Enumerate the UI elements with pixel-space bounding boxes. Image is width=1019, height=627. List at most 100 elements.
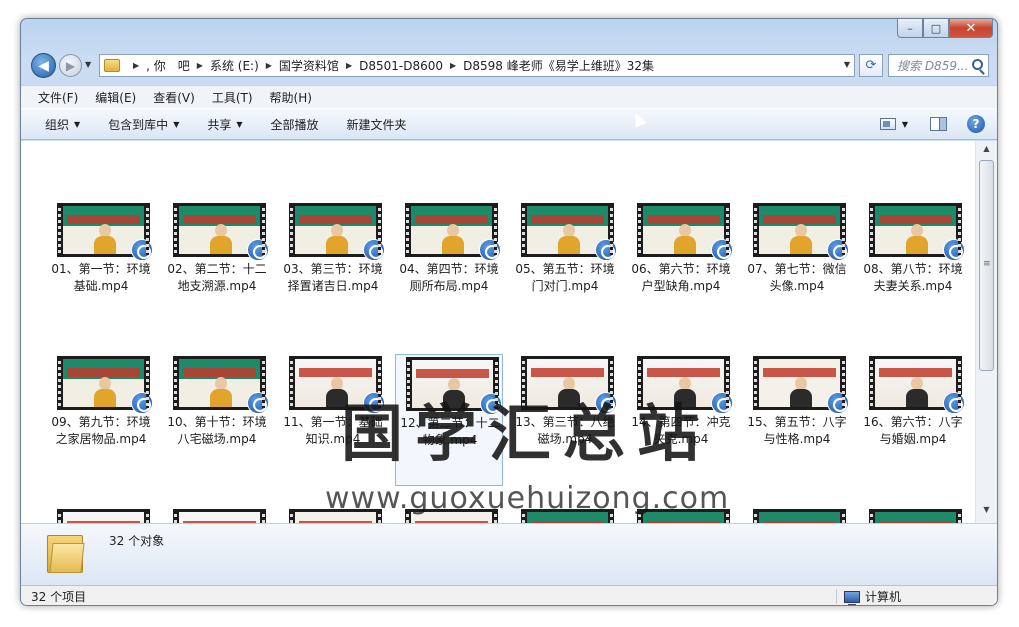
menu-edit[interactable]: 编辑(E) bbox=[95, 89, 136, 106]
search-input[interactable]: 搜索 D859... bbox=[888, 54, 989, 77]
file-item[interactable]: 02、第二节：十二地支溯源.mp4 bbox=[163, 201, 271, 333]
file-name: 15、第五节：八字与性格.mp4 bbox=[747, 415, 847, 446]
details-pane: 32 个对象 bbox=[21, 523, 997, 585]
breadcrumb-user[interactable]: , 你 吧 bbox=[146, 57, 190, 74]
file-item[interactable]: 16、第六节：八字与婚姻.mp4 bbox=[859, 354, 967, 486]
organize-button[interactable]: 组织 ▼ bbox=[45, 116, 80, 133]
file-item[interactable]: 06、第六节：环境户型缺角.mp4 bbox=[627, 201, 735, 333]
file-name: 12、第二节：十二物象.mp4 bbox=[400, 416, 500, 447]
refresh-button[interactable]: ⟳ bbox=[859, 54, 883, 77]
file-item[interactable]: 15、第五节：八字与性格.mp4 bbox=[743, 354, 851, 486]
play-all-button[interactable]: 全部播放 bbox=[271, 116, 319, 133]
chevron-down-icon: ▼ bbox=[236, 119, 243, 129]
video-thumbnail bbox=[637, 509, 730, 523]
video-thumbnail bbox=[521, 203, 617, 261]
file-item[interactable]: 05、第五节：环境门对门.mp4 bbox=[511, 201, 619, 333]
media-player-icon bbox=[827, 239, 849, 261]
media-player-icon bbox=[711, 392, 733, 414]
breadcrumb-drive[interactable]: 系统 (E:) bbox=[210, 57, 259, 74]
file-item[interactable]: 01、第一节：环境基础.mp4 bbox=[47, 201, 155, 333]
file-name: 14、第四节：冲克夹克.mp4 bbox=[631, 415, 731, 446]
file-item[interactable] bbox=[859, 507, 967, 523]
scroll-up-icon[interactable]: ▲ bbox=[976, 144, 997, 160]
media-player-icon bbox=[943, 392, 965, 414]
new-folder-button[interactable]: 新建文件夹 bbox=[347, 116, 407, 133]
menu-bar: 文件(F) 编辑(E) 查看(V) 工具(T) 帮助(H) bbox=[21, 85, 997, 108]
media-player-icon bbox=[479, 239, 501, 261]
file-item[interactable]: 08、第八节：环境夫妻关系.mp4 bbox=[859, 201, 967, 333]
file-item[interactable]: 14、第四节：冲克夹克.mp4 bbox=[627, 354, 735, 486]
include-in-library-label: 包含到库中 bbox=[108, 117, 169, 132]
file-item[interactable] bbox=[743, 507, 851, 523]
video-thumbnail bbox=[406, 357, 502, 415]
file-item[interactable]: 04、第四节：环境厕所布局.mp4 bbox=[395, 201, 503, 333]
video-thumbnail bbox=[637, 203, 733, 261]
file-name: 10、第十节：环境八宅磁场.mp4 bbox=[167, 415, 267, 446]
file-item[interactable]: 13、第三节：八绝磁场.mp4 bbox=[511, 354, 619, 486]
vertical-scrollbar[interactable]: ▲ ▼ bbox=[975, 141, 997, 523]
breadcrumb-current[interactable]: D8598 峰老师《易学上维班》32集 bbox=[463, 57, 654, 74]
chevron-right-icon[interactable]: ▶ bbox=[133, 61, 139, 70]
file-item[interactable]: 09、第九节：环境之家居物品.mp4 bbox=[47, 354, 155, 486]
video-thumbnail bbox=[753, 356, 849, 414]
menu-view[interactable]: 查看(V) bbox=[153, 89, 195, 106]
chevron-right-icon[interactable]: ▶ bbox=[197, 61, 203, 70]
video-thumbnail bbox=[57, 509, 150, 523]
address-bar[interactable]: ▶ , 你 吧 ▶ 系统 (E:) ▶ 国学资料馆 ▶ D8501-D8600 … bbox=[99, 54, 855, 77]
file-item[interactable]: 12、第二节：十二物象.mp4 bbox=[395, 354, 503, 486]
media-player-icon bbox=[247, 239, 269, 261]
video-thumbnail bbox=[869, 203, 965, 261]
breadcrumb-range[interactable]: D8501-D8600 bbox=[359, 59, 443, 73]
chevron-down-icon: ▼ bbox=[173, 119, 180, 129]
preview-pane-icon[interactable] bbox=[930, 117, 947, 131]
media-player-icon bbox=[595, 239, 617, 261]
search-icon[interactable] bbox=[972, 59, 983, 70]
help-icon[interactable]: ? bbox=[967, 115, 985, 133]
file-name: 16、第六节：八字与婚姻.mp4 bbox=[863, 415, 963, 446]
change-view-icon[interactable] bbox=[879, 118, 896, 130]
file-item[interactable] bbox=[47, 507, 155, 523]
back-button[interactable]: ◀ bbox=[31, 53, 56, 78]
media-player-icon bbox=[595, 392, 617, 414]
file-item[interactable] bbox=[511, 507, 619, 523]
scroll-down-icon[interactable]: ▼ bbox=[976, 505, 997, 521]
address-history-dropdown[interactable]: ▼ bbox=[844, 60, 850, 69]
include-in-library-button[interactable]: 包含到库中 ▼ bbox=[108, 116, 179, 133]
close-button[interactable]: ✕ bbox=[949, 19, 993, 38]
view-options-dropdown[interactable]: ▼ bbox=[902, 120, 908, 129]
file-name: 13、第三节：八绝磁场.mp4 bbox=[515, 415, 615, 446]
file-item[interactable]: 10、第十节：环境八宅磁场.mp4 bbox=[163, 354, 271, 486]
status-bar: 32 个项目 计算机 bbox=[21, 585, 997, 605]
location-label: 计算机 bbox=[865, 590, 902, 604]
scroll-thumb[interactable] bbox=[979, 160, 994, 371]
file-item[interactable] bbox=[279, 507, 387, 523]
file-item[interactable] bbox=[395, 507, 503, 523]
file-item[interactable]: 07、第七节：微信头像.mp4 bbox=[743, 201, 851, 333]
video-thumbnail bbox=[57, 356, 153, 414]
breadcrumb-library[interactable]: 国学资料馆 bbox=[279, 57, 339, 74]
minimize-button[interactable]: – bbox=[897, 19, 923, 38]
computer-icon bbox=[844, 590, 860, 605]
recent-pages-dropdown[interactable]: ▼ bbox=[85, 60, 91, 69]
maximize-button[interactable]: □ bbox=[923, 19, 949, 38]
file-item[interactable]: 03、第三节：环境择置诸吉日.mp4 bbox=[279, 201, 387, 333]
video-thumbnail bbox=[289, 356, 385, 414]
media-player-icon bbox=[480, 393, 502, 415]
file-item[interactable] bbox=[627, 507, 735, 523]
file-item[interactable] bbox=[163, 507, 271, 523]
share-button[interactable]: 共享 ▼ bbox=[207, 116, 242, 133]
file-item[interactable]: 11、第一节：基础知识.mp4 bbox=[279, 354, 387, 486]
chevron-right-icon[interactable]: ▶ bbox=[266, 61, 272, 70]
menu-file[interactable]: 文件(F) bbox=[38, 89, 78, 106]
chevron-right-icon[interactable]: ▶ bbox=[450, 61, 456, 70]
file-name: 07、第七节：微信头像.mp4 bbox=[747, 262, 847, 293]
media-player-icon bbox=[131, 392, 153, 414]
forward-button[interactable]: ▶ bbox=[59, 54, 82, 77]
address-row: ◀ ▶ ▼ ▶ , 你 吧 ▶ 系统 (E:) ▶ 国学资料馆 ▶ D8501-… bbox=[21, 49, 997, 83]
chevron-right-icon[interactable]: ▶ bbox=[346, 61, 352, 70]
menu-help[interactable]: 帮助(H) bbox=[270, 89, 312, 106]
video-thumbnail bbox=[521, 356, 617, 414]
command-bar: 组织 ▼ 包含到库中 ▼ 共享 ▼ 全部播放 新建文件夹 ▼ ? bbox=[21, 108, 997, 140]
video-thumbnail bbox=[869, 356, 965, 414]
menu-tools[interactable]: 工具(T) bbox=[212, 89, 253, 106]
